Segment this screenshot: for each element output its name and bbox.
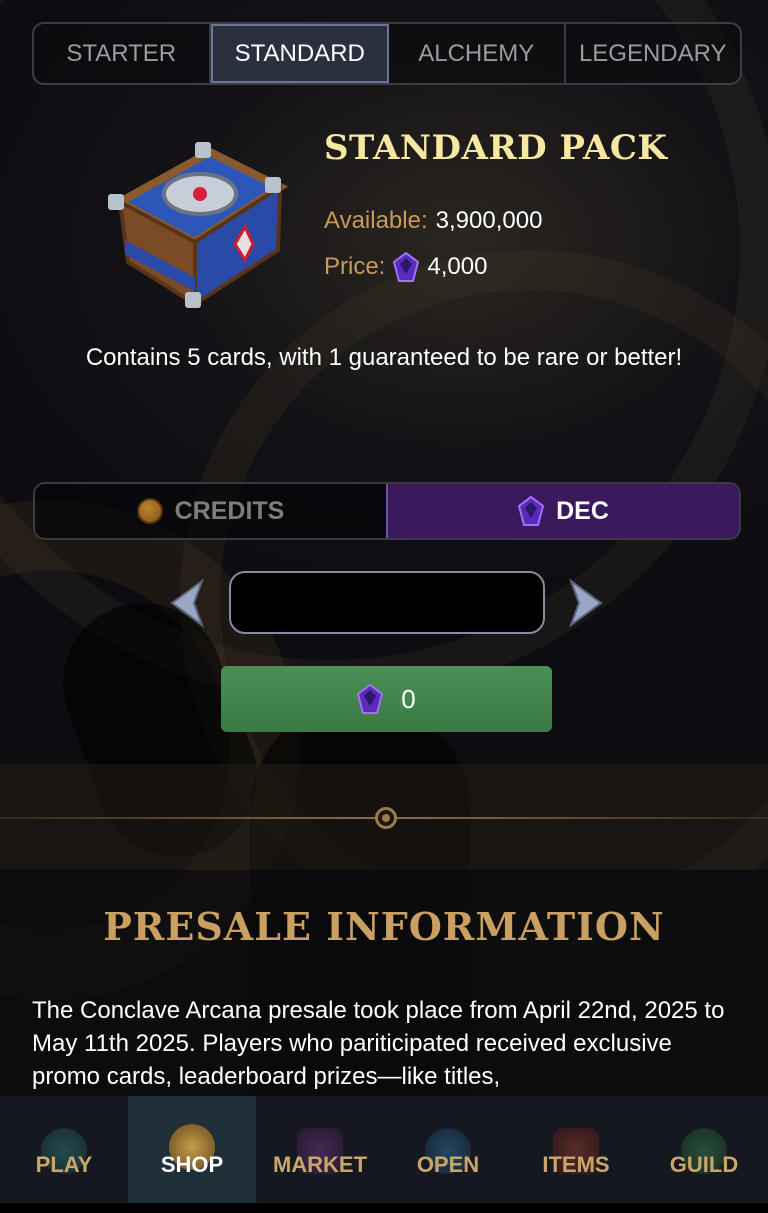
buy-button[interactable]: 0 [221,666,552,732]
nav-label: MARKET [272,1151,368,1177]
available-label: Available: [324,207,428,234]
nav-guild[interactable]: GUILD [640,1096,768,1213]
currency-toggle: CREDITS DEC [33,482,741,540]
gem-icon [517,495,545,526]
dec-label: DEC [556,496,609,525]
coin-icon [136,498,163,524]
available-value: 3,900,000 [435,207,543,234]
bottom-nav: PLAY SHOP MARKET OPEN ITEMS GUILD [0,1096,768,1213]
presale-text: The Conclave Arcana presale took place f… [32,997,725,1090]
nav-label: SHOP [160,1151,224,1177]
tab-starter[interactable]: STARTER [34,24,211,83]
price-value: 4,000 [427,253,488,280]
nav-items[interactable]: ITEMS [512,1096,640,1213]
price-label: Price: [324,253,386,280]
available-info: Available: 3,900,000 [324,207,542,235]
pack-title: STANDARD PACK [324,128,668,168]
credits-label: CREDITS [174,496,285,525]
chest-icon [100,132,290,312]
buy-amount: 0 [401,683,416,714]
nav-shop[interactable]: SHOP [128,1096,256,1213]
price-info: Price: 4,000 [324,251,488,282]
nav-open[interactable]: OPEN [384,1096,512,1213]
nav-label: ITEMS [542,1151,610,1177]
tab-alchemy[interactable]: ALCHEMY [389,24,566,83]
chevron-right-icon[interactable] [565,578,605,628]
nav-label: GUILD [669,1151,739,1177]
nav-label: PLAY [35,1151,93,1177]
dec-option[interactable]: DEC [386,484,739,538]
divider-ornament [375,807,397,829]
gem-icon [357,683,384,714]
system-bar [0,1203,768,1213]
presale-title: PRESALE INFORMATION [103,904,665,949]
nav-play[interactable]: PLAY [0,1096,128,1213]
pack-description: Contains 5 cards, with 1 guaranteed to b… [85,344,683,371]
tab-standard[interactable]: STANDARD [210,24,389,83]
chevron-left-icon[interactable] [168,578,208,628]
quantity-input[interactable] [229,571,545,634]
gem-icon [393,251,420,282]
nav-market[interactable]: MARKET [256,1096,384,1213]
credits-option[interactable]: CREDITS [35,484,386,538]
pack-tabs: STARTER STANDARD ALCHEMY LEGENDARY [32,22,742,85]
nav-label: OPEN [416,1151,480,1177]
tab-legendary[interactable]: LEGENDARY [566,24,741,83]
